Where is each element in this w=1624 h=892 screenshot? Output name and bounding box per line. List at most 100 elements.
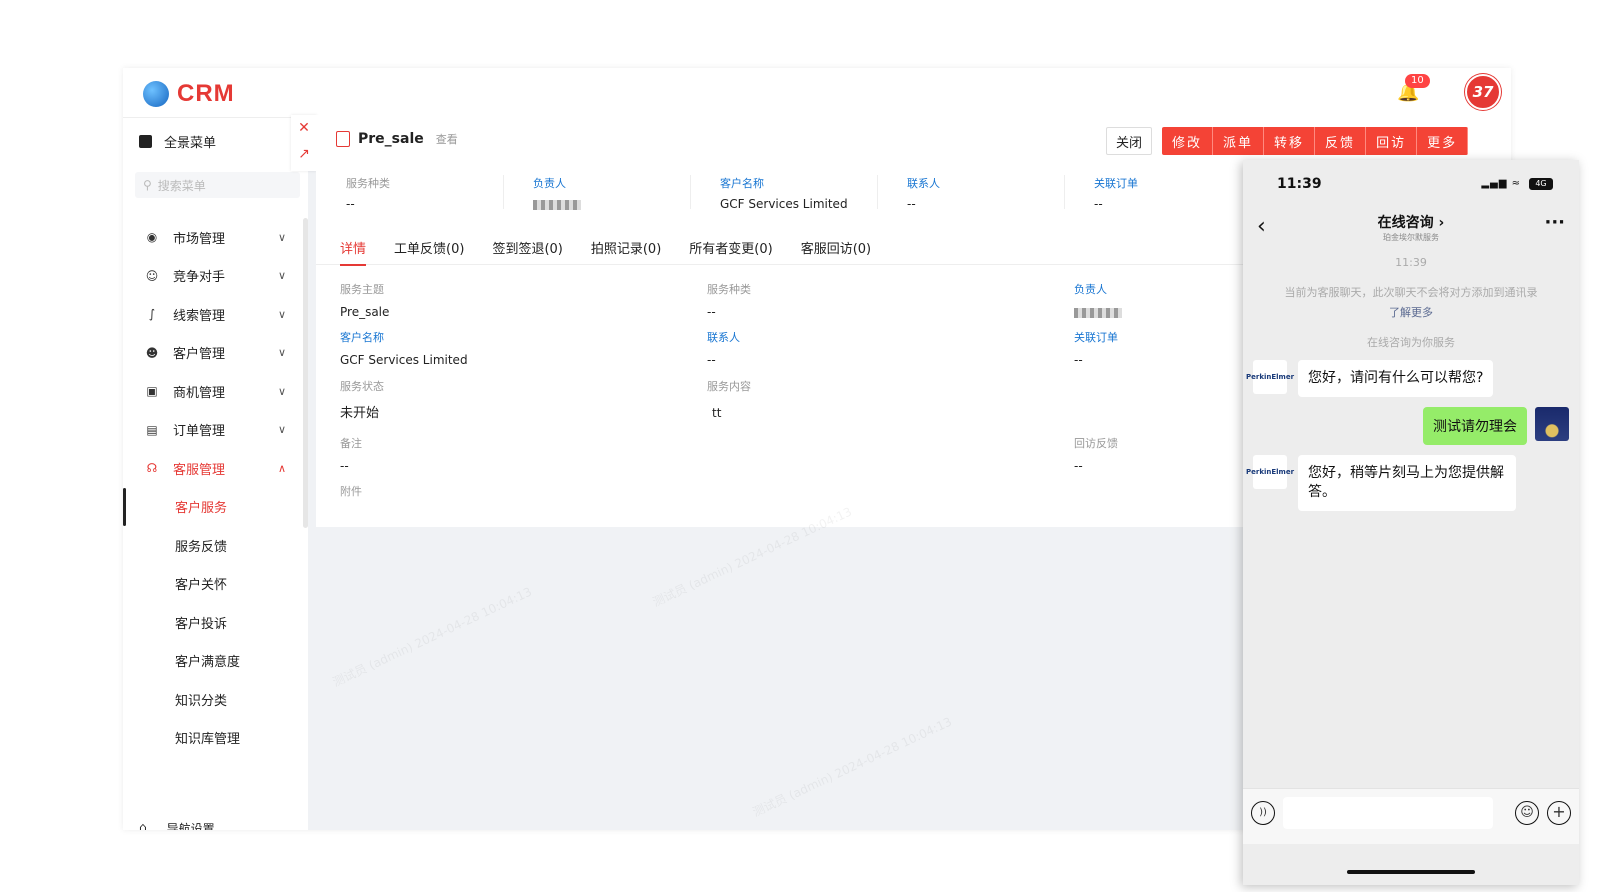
feedback-button[interactable]: 反馈	[1315, 127, 1367, 155]
sidebar-sub-label: 客户满意度	[175, 655, 241, 671]
add-icon[interactable]: +	[1547, 801, 1571, 825]
emoji-icon[interactable]: ☺	[1515, 801, 1539, 825]
close-icon[interactable]: ✕	[291, 115, 317, 141]
chat-nav-bar: ‹ 在线咨询 › 珀金埃尔默服务 ···	[1243, 206, 1579, 250]
field-remark: 备注 --	[340, 435, 362, 473]
revisit-button[interactable]: 回访	[1366, 127, 1418, 155]
field-key[interactable]: 联系人	[707, 329, 740, 345]
chevron-up-icon: ∧	[277, 461, 286, 475]
field-value: Pre_sale	[340, 305, 390, 319]
notification-bell[interactable]: 🔔 10	[1397, 74, 1430, 104]
page-header: Pre_sale 查看	[336, 131, 458, 147]
sidebar-item-label: 客服管理	[173, 462, 226, 478]
sidebar-sub-customer-care[interactable]: 客户关怀	[123, 565, 308, 604]
tab-details[interactable]: 详情	[326, 229, 380, 266]
sidebar-sub-knowledge-category[interactable]: 知识分类	[123, 680, 308, 719]
full-menu-label: 全景菜单	[164, 136, 217, 151]
sidebar-item-label: 市场管理	[173, 231, 226, 247]
nav-settings[interactable]: ⌂ 导航设置	[139, 820, 215, 830]
home-indicator	[1347, 870, 1475, 874]
watermark: 测试员 (admin) 2024-04-28 10:04:13	[750, 714, 955, 820]
field-value	[1074, 305, 1122, 319]
sidebar-item-label: 客户管理	[173, 347, 226, 363]
menu-search[interactable]: ⚲ 搜索菜单	[135, 172, 300, 198]
sidebar-item-order[interactable]: ▤ 订单管理 ∨	[123, 411, 308, 450]
tab-check-in-out[interactable]: 签到签退(0)	[478, 229, 576, 265]
dispatch-button[interactable]: 派单	[1213, 127, 1265, 155]
field-key[interactable]: 关联订单	[1074, 329, 1118, 345]
sidebar-item-opportunity[interactable]: ▣ 商机管理 ∨	[123, 372, 308, 411]
watermark: 测试员 (admin) 2024-04-28 10:04:13	[330, 584, 535, 690]
tab-work-order-feedback[interactable]: 工单反馈(0)	[380, 229, 478, 265]
redacted-name	[1074, 307, 1122, 318]
sidebar-scrollbar[interactable]	[303, 218, 308, 528]
sidebar-item-market[interactable]: ◉ 市场管理 ∨	[123, 218, 308, 257]
sidebar-item-customer-service[interactable]: ☊ 客服管理 ∧	[123, 449, 308, 488]
summary-customer-name: 客户名称 GCF Services Limited	[690, 167, 877, 215]
field-visit-feedback: 回访反馈 --	[1074, 435, 1118, 473]
sidebar-item-competitor[interactable]: ☺ 竞争对手 ∨	[123, 257, 308, 296]
bot-avatar[interactable]: PerkinElmer	[1246, 360, 1294, 394]
sidebar: 全景菜单 ⚲ 搜索菜单 ◉ 市场管理 ∨ ☺ 竞争对手 ∨ ∫ 线索管理 ∨ ☻…	[123, 118, 308, 830]
nav-settings-label: 导航设置	[166, 822, 215, 830]
summary-key[interactable]: 客户名称	[720, 175, 877, 191]
summary-key[interactable]: 联系人	[907, 175, 1064, 191]
summary-value	[533, 197, 690, 211]
field-key: 附件	[340, 485, 362, 498]
summary-key[interactable]: 关联订单	[1094, 175, 1251, 191]
summary-key[interactable]: 负责人	[533, 175, 690, 191]
chat-title[interactable]: 在线咨询 ›	[1243, 212, 1579, 232]
page-mode: 查看	[435, 133, 458, 146]
field-key[interactable]: 负责人	[1074, 281, 1122, 297]
sidebar-sub-label: 客户投诉	[175, 616, 228, 632]
field-related-order: 关联订单 --	[1074, 329, 1118, 367]
field-service-type: 服务种类 --	[707, 281, 751, 319]
customer-icon: ☻	[145, 345, 159, 360]
collapse-icon[interactable]: ↗	[291, 141, 317, 167]
message-input[interactable]	[1283, 797, 1493, 829]
sidebar-item-label: 线索管理	[173, 308, 226, 324]
status-time: 11:39	[1277, 176, 1322, 192]
sidebar-item-customer[interactable]: ☻ 客户管理 ∨	[123, 334, 308, 373]
chevron-down-icon: ∨	[277, 269, 286, 283]
close-button[interactable]: 关闭	[1106, 127, 1152, 155]
summary-owner: 负责人	[503, 167, 690, 215]
sidebar-sub-satisfaction[interactable]: 客户满意度	[123, 642, 308, 681]
serving-note: 在线咨询为你服务	[1367, 336, 1455, 349]
tab-owner-changes[interactable]: 所有者变更(0)	[675, 229, 786, 265]
sidebar-sub-service-feedback[interactable]: 服务反馈	[123, 526, 308, 565]
sidebar-sub-customer-complaint[interactable]: 客户投诉	[123, 603, 308, 642]
chat-timestamp: 11:39	[1395, 256, 1427, 269]
sidebar-item-label: 竞争对手	[173, 270, 226, 286]
user-chat-avatar[interactable]	[1535, 407, 1569, 441]
field-key[interactable]: 客户名称	[340, 329, 468, 345]
summary-value: GCF Services Limited	[720, 197, 848, 211]
field-contact: 联系人 --	[707, 329, 740, 367]
field-value: GCF Services Limited	[340, 353, 468, 367]
learn-more-link[interactable]: 了解更多	[1243, 304, 1579, 320]
message-bubble-outgoing: 测试请勿理会	[1423, 407, 1527, 445]
document-icon	[336, 131, 350, 147]
signal-wifi-icon: ▂▄▆ ≈	[1481, 178, 1521, 189]
sidebar-sub-knowledge-base[interactable]: 知识库管理	[123, 719, 308, 758]
grid-menu-icon	[139, 135, 152, 148]
transfer-button[interactable]: 转移	[1264, 127, 1316, 155]
field-value: --	[707, 305, 716, 319]
field-value: 未开始	[340, 406, 380, 421]
sidebar-item-lead[interactable]: ∫ 线索管理 ∨	[123, 295, 308, 334]
bot-avatar[interactable]: PerkinElmer	[1246, 455, 1294, 489]
field-value: --	[1074, 353, 1083, 367]
user-avatar[interactable]: 37	[1465, 74, 1501, 110]
sidebar-sub-customer-service[interactable]: 客户服务	[123, 487, 308, 526]
tab-photo-records[interactable]: 拍照记录(0)	[577, 229, 675, 265]
sidebar-sub-label: 客户关怀	[175, 578, 228, 594]
more-button[interactable]: 更多	[1417, 127, 1469, 155]
voice-icon[interactable]: ))	[1251, 801, 1275, 825]
crm-logo[interactable]: CRM	[143, 80, 235, 108]
field-value: --	[1074, 459, 1083, 473]
tab-service-revisits[interactable]: 客服回访(0)	[787, 229, 885, 265]
chevron-down-icon: ∨	[277, 384, 286, 398]
edit-button[interactable]: 修改	[1162, 127, 1214, 155]
more-options-icon[interactable]: ···	[1544, 212, 1565, 233]
full-menu-toggle[interactable]: 全景菜单	[139, 132, 216, 151]
